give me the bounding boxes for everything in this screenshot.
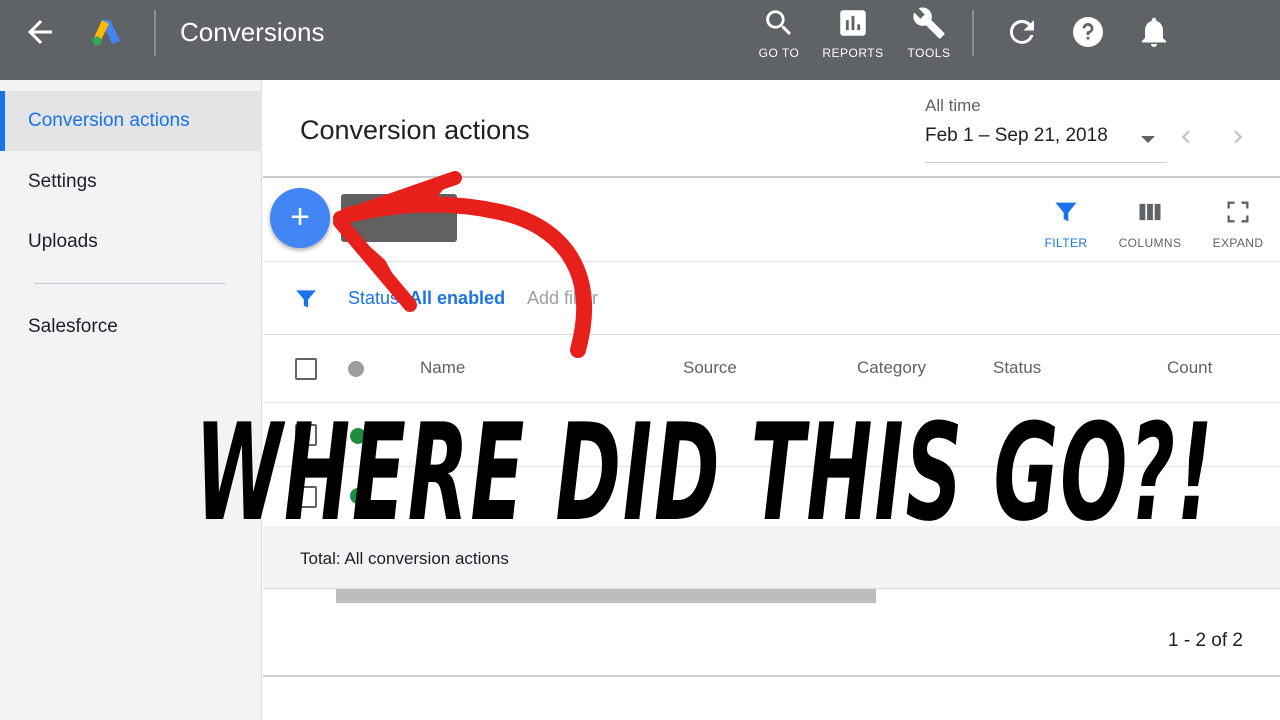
- title-divider: [154, 10, 156, 56]
- columns-label: COLUMNS: [1118, 236, 1182, 250]
- select-all-checkbox[interactable]: [295, 358, 317, 380]
- expand-icon: [1227, 201, 1249, 223]
- chevron-down-icon[interactable]: [1139, 132, 1157, 146]
- app-title: Conversions: [180, 17, 325, 47]
- headline-overlay: WHERE DID THIS GO?!: [195, 383, 1280, 563]
- column-header-name[interactable]: Name: [420, 358, 465, 378]
- filter-label: FILTER: [1044, 236, 1088, 250]
- go-to-button[interactable]: GO TO: [744, 6, 814, 60]
- add-conversion-button[interactable]: +: [270, 188, 330, 248]
- date-range-label: All time: [925, 96, 981, 115]
- column-header-status[interactable]: Status: [993, 358, 1041, 378]
- status-filter-label: Status: [348, 288, 400, 308]
- date-range-value[interactable]: Feb 1 – Sep 21, 2018: [925, 125, 1108, 147]
- headline-text: WHERE DID THIS GO?!: [195, 395, 1215, 551]
- sidebar-item-settings[interactable]: Settings: [0, 152, 262, 212]
- sidebar-item-uploads[interactable]: Uploads: [0, 212, 262, 272]
- reports-label: REPORTS: [822, 46, 884, 60]
- add-tooltip: [341, 194, 457, 242]
- expand-button[interactable]: EXPAND: [1203, 198, 1273, 250]
- chevron-left-icon[interactable]: [1173, 124, 1199, 150]
- header-divider: [263, 176, 1280, 178]
- column-header-count[interactable]: Count: [1167, 358, 1212, 378]
- notifications-bell-icon[interactable]: [1136, 14, 1172, 50]
- filter-button[interactable]: FILTER: [1031, 198, 1101, 250]
- reports-icon: [840, 10, 866, 36]
- top-bar: Conversions GO TO REPORTS TOOLS: [0, 0, 1280, 80]
- reports-button[interactable]: REPORTS: [818, 6, 888, 60]
- help-icon[interactable]: [1070, 14, 1106, 50]
- filter-row-divider: [263, 334, 1280, 335]
- filter-icon: [1055, 202, 1077, 222]
- pagination-text: 1 - 2 of 2: [1168, 630, 1243, 651]
- chevron-right-icon[interactable]: [1225, 124, 1251, 150]
- column-header-category[interactable]: Category: [857, 358, 926, 378]
- status-dot-header-icon: [348, 361, 364, 377]
- status-filter-value: All enabled: [409, 288, 506, 308]
- refresh-icon[interactable]: [1004, 14, 1040, 50]
- date-range-underline: [925, 162, 1167, 163]
- column-header-source[interactable]: Source: [683, 358, 737, 378]
- page-title: Conversion actions: [300, 115, 530, 145]
- table-bottom-divider: [263, 675, 1280, 677]
- horizontal-scrollbar[interactable]: [336, 588, 876, 603]
- expand-label: EXPAND: [1212, 236, 1264, 250]
- wrench-icon: [913, 7, 945, 39]
- plus-icon: +: [290, 198, 310, 236]
- tools-button[interactable]: TOOLS: [894, 6, 964, 60]
- total-row-divider: [263, 588, 1280, 589]
- search-icon: [766, 10, 792, 36]
- go-to-label: GO TO: [758, 46, 800, 60]
- tools-label: TOOLS: [907, 46, 951, 60]
- google-ads-logo-icon[interactable]: [88, 14, 124, 50]
- tools-divider: [972, 10, 974, 56]
- add-filter-link[interactable]: Add filter: [527, 288, 598, 309]
- status-filter-chip[interactable]: Status: All enabled: [348, 288, 505, 309]
- sidebar-item-salesforce[interactable]: Salesforce: [0, 297, 262, 357]
- sidebar-item-conversion-actions[interactable]: Conversion actions: [0, 91, 262, 151]
- toolbar-divider: [263, 261, 1280, 262]
- sidebar-divider: [34, 283, 226, 284]
- filter-row-icon[interactable]: [293, 286, 319, 312]
- columns-icon: [1139, 203, 1161, 221]
- back-arrow-icon[interactable]: [22, 14, 58, 50]
- columns-button[interactable]: COLUMNS: [1115, 198, 1185, 250]
